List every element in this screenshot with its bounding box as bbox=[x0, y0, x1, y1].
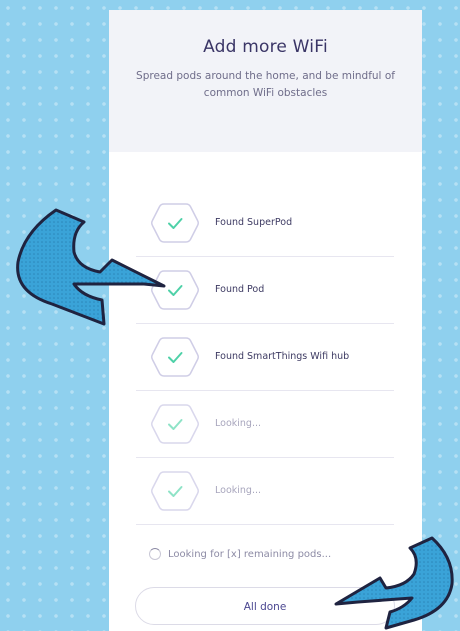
pod-status-label: Found SuperPod bbox=[215, 217, 293, 228]
pod-status-label: Found SmartThings Wifi hub bbox=[215, 351, 350, 362]
pod-row: Found Pod bbox=[136, 256, 394, 324]
pointer-arrow-icon bbox=[334, 536, 454, 630]
pod-row: Found SuperPod bbox=[136, 189, 394, 257]
pod-row: Found SmartThings Wifi hub bbox=[136, 323, 394, 391]
hexagon-check-icon bbox=[151, 471, 199, 511]
spinner-icon bbox=[149, 548, 161, 560]
header-panel: Add more WiFi Spread pods around the hom… bbox=[109, 10, 422, 152]
pod-status-label: Found Pod bbox=[215, 284, 265, 295]
pod-status-label: Looking... bbox=[215, 418, 262, 429]
pod-status-label: Looking... bbox=[215, 485, 262, 496]
pod-row: Looking... bbox=[136, 457, 394, 525]
page-subtitle: Spread pods around the home, and be mind… bbox=[136, 70, 395, 99]
pod-row: Looking... bbox=[136, 390, 394, 458]
pointer-arrow-icon bbox=[16, 208, 166, 326]
remaining-status-text: Looking for [x] remaining pods... bbox=[168, 549, 332, 560]
hexagon-check-icon bbox=[151, 404, 199, 444]
page-title: Add more WiFi bbox=[203, 37, 328, 57]
remaining-status: Looking for [x] remaining pods... bbox=[149, 546, 331, 564]
hexagon-check-icon bbox=[151, 337, 199, 377]
